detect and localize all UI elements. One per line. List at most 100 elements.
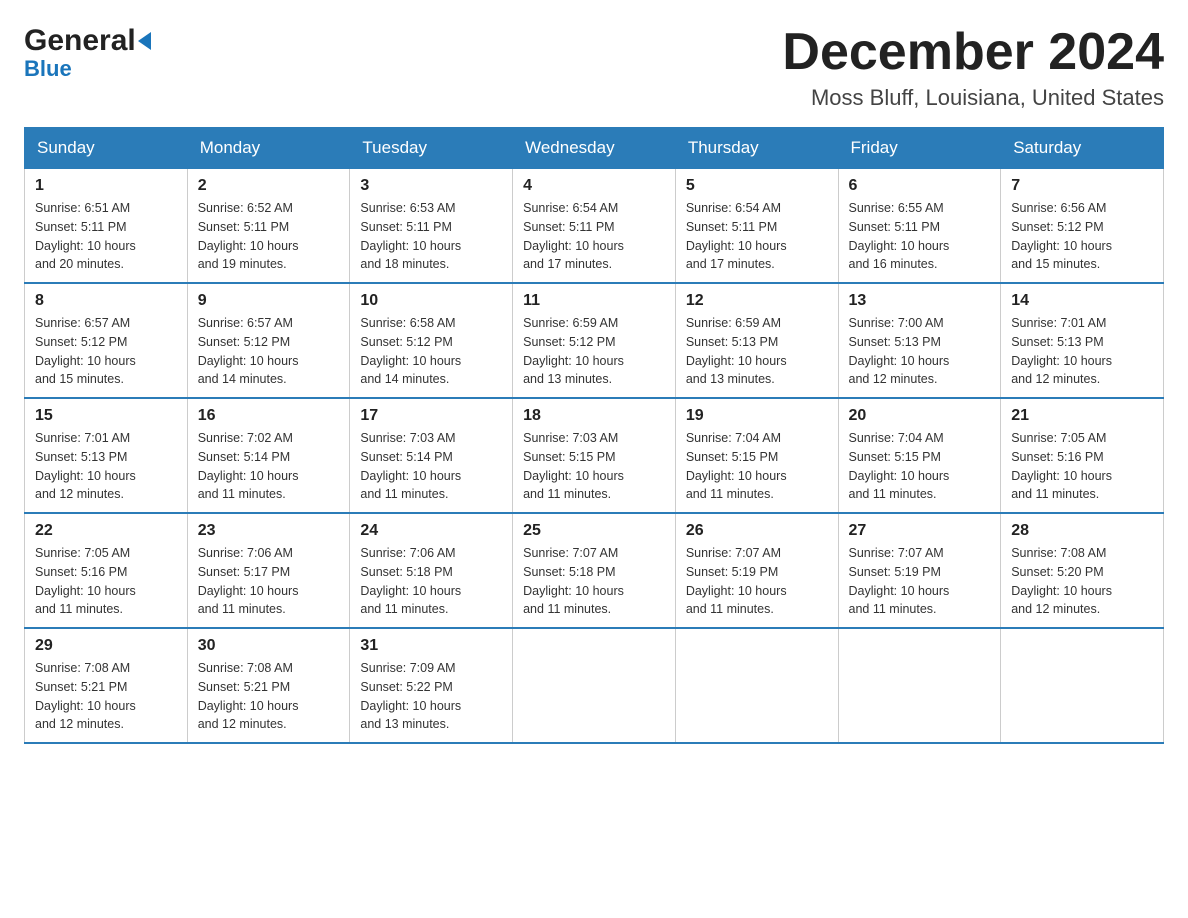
- day-number: 5: [686, 177, 828, 195]
- day-info: Sunrise: 7:00 AM Sunset: 5:13 PM Dayligh…: [849, 314, 991, 389]
- day-info: Sunrise: 7:08 AM Sunset: 5:21 PM Dayligh…: [35, 659, 177, 734]
- day-info: Sunrise: 7:08 AM Sunset: 5:20 PM Dayligh…: [1011, 544, 1153, 619]
- calendar-cell: 30 Sunrise: 7:08 AM Sunset: 5:21 PM Dayl…: [187, 628, 350, 743]
- calendar-cell: 23 Sunrise: 7:06 AM Sunset: 5:17 PM Dayl…: [187, 513, 350, 628]
- calendar-cell: 28 Sunrise: 7:08 AM Sunset: 5:20 PM Dayl…: [1001, 513, 1164, 628]
- day-number: 6: [849, 177, 991, 195]
- calendar-cell: 3 Sunrise: 6:53 AM Sunset: 5:11 PM Dayli…: [350, 169, 513, 284]
- day-number: 23: [198, 522, 340, 540]
- day-info: Sunrise: 7:07 AM Sunset: 5:18 PM Dayligh…: [523, 544, 665, 619]
- day-number: 17: [360, 407, 502, 425]
- logo-general-text: General: [24, 24, 136, 58]
- day-number: 11: [523, 292, 665, 310]
- column-header-wednesday: Wednesday: [513, 128, 676, 169]
- day-number: 13: [849, 292, 991, 310]
- day-number: 21: [1011, 407, 1153, 425]
- day-number: 15: [35, 407, 177, 425]
- title-area: December 2024 Moss Bluff, Louisiana, Uni…: [782, 24, 1164, 111]
- day-number: 18: [523, 407, 665, 425]
- day-info: Sunrise: 7:03 AM Sunset: 5:14 PM Dayligh…: [360, 429, 502, 504]
- day-number: 14: [1011, 292, 1153, 310]
- week-row-1: 1 Sunrise: 6:51 AM Sunset: 5:11 PM Dayli…: [25, 169, 1164, 284]
- day-info: Sunrise: 6:53 AM Sunset: 5:11 PM Dayligh…: [360, 199, 502, 274]
- day-info: Sunrise: 7:05 AM Sunset: 5:16 PM Dayligh…: [35, 544, 177, 619]
- day-info: Sunrise: 7:09 AM Sunset: 5:22 PM Dayligh…: [360, 659, 502, 734]
- calendar-cell: 21 Sunrise: 7:05 AM Sunset: 5:16 PM Dayl…: [1001, 398, 1164, 513]
- day-number: 2: [198, 177, 340, 195]
- day-info: Sunrise: 7:01 AM Sunset: 5:13 PM Dayligh…: [35, 429, 177, 504]
- week-row-3: 15 Sunrise: 7:01 AM Sunset: 5:13 PM Dayl…: [25, 398, 1164, 513]
- calendar-cell: 12 Sunrise: 6:59 AM Sunset: 5:13 PM Dayl…: [675, 283, 838, 398]
- calendar-cell: [675, 628, 838, 743]
- calendar-cell: [838, 628, 1001, 743]
- day-number: 26: [686, 522, 828, 540]
- day-info: Sunrise: 6:59 AM Sunset: 5:12 PM Dayligh…: [523, 314, 665, 389]
- day-number: 12: [686, 292, 828, 310]
- calendar-cell: 22 Sunrise: 7:05 AM Sunset: 5:16 PM Dayl…: [25, 513, 188, 628]
- calendar-header-row: SundayMondayTuesdayWednesdayThursdayFrid…: [25, 128, 1164, 169]
- day-info: Sunrise: 7:08 AM Sunset: 5:21 PM Dayligh…: [198, 659, 340, 734]
- calendar-cell: 19 Sunrise: 7:04 AM Sunset: 5:15 PM Dayl…: [675, 398, 838, 513]
- day-info: Sunrise: 7:02 AM Sunset: 5:14 PM Dayligh…: [198, 429, 340, 504]
- day-number: 20: [849, 407, 991, 425]
- day-info: Sunrise: 6:59 AM Sunset: 5:13 PM Dayligh…: [686, 314, 828, 389]
- day-info: Sunrise: 7:04 AM Sunset: 5:15 PM Dayligh…: [686, 429, 828, 504]
- calendar-cell: 10 Sunrise: 6:58 AM Sunset: 5:12 PM Dayl…: [350, 283, 513, 398]
- calendar-cell: 11 Sunrise: 6:59 AM Sunset: 5:12 PM Dayl…: [513, 283, 676, 398]
- calendar-cell: 25 Sunrise: 7:07 AM Sunset: 5:18 PM Dayl…: [513, 513, 676, 628]
- calendar-cell: [513, 628, 676, 743]
- day-number: 30: [198, 637, 340, 655]
- day-number: 27: [849, 522, 991, 540]
- month-title: December 2024: [782, 24, 1164, 81]
- day-number: 7: [1011, 177, 1153, 195]
- day-info: Sunrise: 7:07 AM Sunset: 5:19 PM Dayligh…: [849, 544, 991, 619]
- day-number: 10: [360, 292, 502, 310]
- day-number: 29: [35, 637, 177, 655]
- page-header: General Blue December 2024 Moss Bluff, L…: [24, 24, 1164, 111]
- column-header-thursday: Thursday: [675, 128, 838, 169]
- calendar-cell: 27 Sunrise: 7:07 AM Sunset: 5:19 PM Dayl…: [838, 513, 1001, 628]
- day-info: Sunrise: 6:58 AM Sunset: 5:12 PM Dayligh…: [360, 314, 502, 389]
- day-info: Sunrise: 6:52 AM Sunset: 5:11 PM Dayligh…: [198, 199, 340, 274]
- location-title: Moss Bluff, Louisiana, United States: [782, 85, 1164, 111]
- day-number: 31: [360, 637, 502, 655]
- column-header-tuesday: Tuesday: [350, 128, 513, 169]
- column-header-monday: Monday: [187, 128, 350, 169]
- day-info: Sunrise: 7:06 AM Sunset: 5:17 PM Dayligh…: [198, 544, 340, 619]
- logo-blue-text: Blue: [24, 56, 72, 82]
- column-header-sunday: Sunday: [25, 128, 188, 169]
- day-number: 22: [35, 522, 177, 540]
- day-number: 16: [198, 407, 340, 425]
- calendar-cell: 15 Sunrise: 7:01 AM Sunset: 5:13 PM Dayl…: [25, 398, 188, 513]
- logo-triangle-icon: [138, 32, 151, 50]
- day-info: Sunrise: 6:57 AM Sunset: 5:12 PM Dayligh…: [198, 314, 340, 389]
- day-info: Sunrise: 7:07 AM Sunset: 5:19 PM Dayligh…: [686, 544, 828, 619]
- day-info: Sunrise: 6:56 AM Sunset: 5:12 PM Dayligh…: [1011, 199, 1153, 274]
- calendar-cell: 2 Sunrise: 6:52 AM Sunset: 5:11 PM Dayli…: [187, 169, 350, 284]
- day-info: Sunrise: 6:54 AM Sunset: 5:11 PM Dayligh…: [523, 199, 665, 274]
- day-number: 3: [360, 177, 502, 195]
- day-number: 8: [35, 292, 177, 310]
- day-info: Sunrise: 7:06 AM Sunset: 5:18 PM Dayligh…: [360, 544, 502, 619]
- day-number: 19: [686, 407, 828, 425]
- day-info: Sunrise: 6:51 AM Sunset: 5:11 PM Dayligh…: [35, 199, 177, 274]
- day-number: 1: [35, 177, 177, 195]
- calendar-cell: 4 Sunrise: 6:54 AM Sunset: 5:11 PM Dayli…: [513, 169, 676, 284]
- calendar-cell: 24 Sunrise: 7:06 AM Sunset: 5:18 PM Dayl…: [350, 513, 513, 628]
- calendar-cell: [1001, 628, 1164, 743]
- calendar-cell: 18 Sunrise: 7:03 AM Sunset: 5:15 PM Dayl…: [513, 398, 676, 513]
- calendar-cell: 29 Sunrise: 7:08 AM Sunset: 5:21 PM Dayl…: [25, 628, 188, 743]
- day-info: Sunrise: 6:57 AM Sunset: 5:12 PM Dayligh…: [35, 314, 177, 389]
- calendar-cell: 7 Sunrise: 6:56 AM Sunset: 5:12 PM Dayli…: [1001, 169, 1164, 284]
- day-number: 24: [360, 522, 502, 540]
- logo-area: General Blue: [24, 24, 151, 82]
- day-info: Sunrise: 7:04 AM Sunset: 5:15 PM Dayligh…: [849, 429, 991, 504]
- day-info: Sunrise: 7:01 AM Sunset: 5:13 PM Dayligh…: [1011, 314, 1153, 389]
- column-header-friday: Friday: [838, 128, 1001, 169]
- day-info: Sunrise: 6:54 AM Sunset: 5:11 PM Dayligh…: [686, 199, 828, 274]
- calendar-cell: 8 Sunrise: 6:57 AM Sunset: 5:12 PM Dayli…: [25, 283, 188, 398]
- calendar-cell: 26 Sunrise: 7:07 AM Sunset: 5:19 PM Dayl…: [675, 513, 838, 628]
- week-row-4: 22 Sunrise: 7:05 AM Sunset: 5:16 PM Dayl…: [25, 513, 1164, 628]
- calendar-cell: 5 Sunrise: 6:54 AM Sunset: 5:11 PM Dayli…: [675, 169, 838, 284]
- calendar-cell: 16 Sunrise: 7:02 AM Sunset: 5:14 PM Dayl…: [187, 398, 350, 513]
